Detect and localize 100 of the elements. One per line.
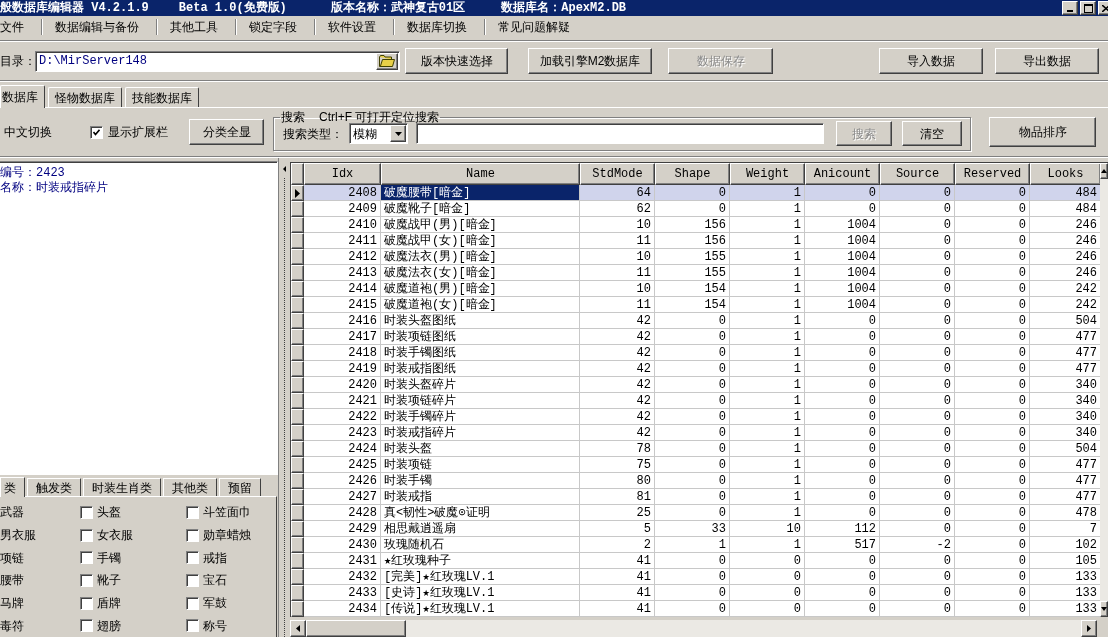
row-selector[interactable] [291,297,304,313]
table-cell: 0 [730,601,805,617]
category-label: 手镯 [97,551,121,564]
row-selector[interactable] [291,537,304,553]
menu-item[interactable]: 锁定字段 [245,17,301,36]
toolbar-button[interactable]: 加载引擎M2数据库 [528,48,652,74]
toolbar-button[interactable]: 版本快速选择 [405,48,508,74]
row-selector[interactable] [291,489,304,505]
column-header[interactable]: Looks [1030,163,1100,185]
search-field[interactable] [416,123,824,144]
item-info-text: 编号：2423 [0,166,66,181]
toolbar-button[interactable]: 导出数据 [995,48,1099,74]
row-selector[interactable] [291,505,304,521]
folder-icon [379,55,395,67]
checkbox[interactable] [186,573,199,587]
menu-item[interactable]: 软件设置 [324,17,380,36]
menu-item[interactable]: 文件 [0,17,28,36]
column-header[interactable]: Idx [304,163,381,185]
row-selector[interactable] [291,201,304,217]
row-selector[interactable] [291,313,304,329]
category-tab[interactable]: 触发类 [27,478,81,496]
window-title: 般数据库编辑器 V4.2.1.9 [0,2,149,14]
row-selector[interactable] [291,425,304,441]
column-header[interactable]: Weight [730,163,805,185]
tab[interactable]: 怪物数据库 [48,87,122,107]
category-label: 马牌 [0,597,24,609]
checkbox[interactable] [80,528,93,542]
toolbar-button[interactable]: 导入数据 [879,48,983,74]
browse-button[interactable] [376,52,398,70]
tab[interactable]: 数据库 [0,85,45,108]
table-cell: 破魔腰带[暗金] [381,185,580,201]
row-selector[interactable] [291,457,304,473]
row-selector[interactable] [291,329,304,345]
close-icon [1102,4,1108,12]
minimize-button[interactable] [1062,1,1078,15]
category-tab[interactable]: 其他类 [163,478,217,496]
sort-button[interactable]: 物品排序 [989,117,1096,147]
column-header[interactable]: Name [381,163,580,185]
row-selector[interactable] [291,569,304,585]
table-cell: 0 [805,601,880,617]
row-selector[interactable] [291,585,304,601]
checkbox-label: 显示扩展栏 [108,126,168,138]
menu-item[interactable]: 其他工具 [166,17,222,36]
directory-label: 目录： [0,55,35,67]
down-arrow-icon [1101,607,1107,611]
column-header[interactable]: Source [880,163,955,185]
category-tab[interactable]: 类 [0,477,25,497]
category-label: 腰带 [0,574,24,587]
checkbox[interactable] [80,619,93,633]
row-selector[interactable] [291,265,304,281]
row-selector[interactable] [291,473,304,489]
checkbox[interactable] [186,596,199,610]
checkbox[interactable] [186,619,199,633]
search-hint: Ctrl+F 可打开定位搜索 [319,111,440,123]
category-tab[interactable]: 时装生肖类 [83,478,161,496]
checkbox[interactable] [90,125,103,139]
vertical-scrollbar[interactable] [1100,163,1108,617]
category-label: 称号 [203,619,227,632]
row-selector[interactable] [291,233,304,249]
row-selector[interactable] [291,185,304,201]
right-arrow-icon [1087,625,1091,632]
column-header[interactable]: Reserved [955,163,1030,185]
checkbox[interactable] [80,551,93,565]
horizontal-scrollbar[interactable] [290,620,1097,637]
row-selector[interactable] [291,521,304,537]
window-title: Beta 1.0(免费版) [178,2,287,14]
checkbox[interactable] [186,551,199,565]
row-selector[interactable] [291,441,304,457]
checkbox[interactable] [80,573,93,587]
row-selector[interactable] [291,361,304,377]
row-selector[interactable] [291,377,304,393]
row-selector[interactable] [291,217,304,233]
column-header[interactable]: Shape [655,163,730,185]
checkbox[interactable] [80,505,93,519]
row-selector[interactable] [291,409,304,425]
column-header[interactable]: Anicount [805,163,880,185]
menu-item[interactable]: 数据编辑与备份 [51,17,143,36]
language-toggle[interactable]: 中文切换 [4,126,52,138]
row-selector[interactable] [291,601,304,617]
category-tab[interactable]: 预留 [219,478,261,496]
row-selector[interactable] [291,249,304,265]
row-selector[interactable] [291,345,304,361]
search-button[interactable]: 清空 [902,121,962,146]
menu-item[interactable]: 数据库切换 [403,17,471,36]
directory-field[interactable]: D:\MirServer148 [35,50,400,72]
tab[interactable]: 技能数据库 [125,87,199,107]
row-selector[interactable] [291,281,304,297]
menu-item[interactable]: 常见问题解疑 [494,17,574,36]
checkbox[interactable] [186,505,199,519]
checkbox[interactable] [186,528,199,542]
maximize-button[interactable] [1080,1,1096,15]
category-label: 斗笠面巾 [203,506,251,519]
category-label: 勋章蜡烛 [203,529,251,541]
category-label: 项链 [0,551,24,564]
row-selector[interactable] [291,553,304,569]
checkbox[interactable] [80,596,93,610]
show-all-button[interactable]: 分类全显 [189,119,264,145]
column-header[interactable]: StdMode [580,163,655,185]
search-type-select[interactable]: 模糊 [349,123,408,144]
row-selector[interactable] [291,393,304,409]
